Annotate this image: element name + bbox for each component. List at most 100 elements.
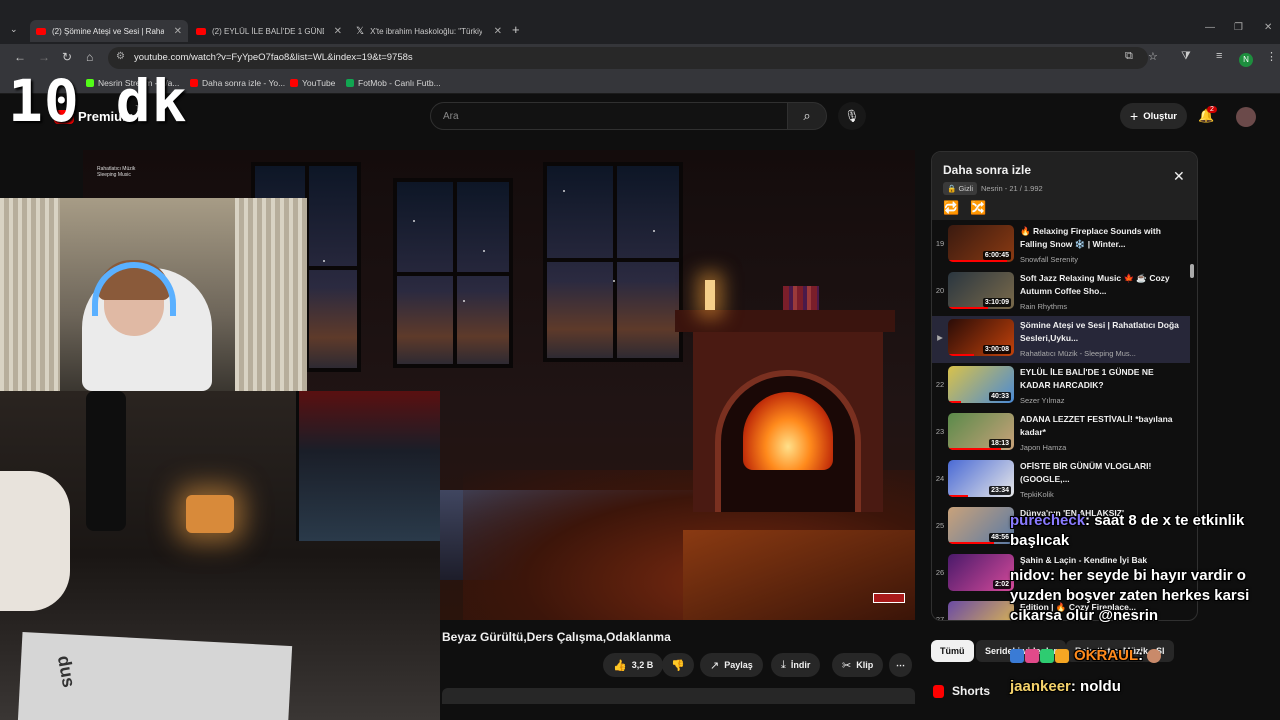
- watch-progress-bar: [948, 401, 962, 403]
- description-box[interactable]: [442, 688, 915, 704]
- voice-search-button[interactable]: 🎙: [838, 102, 866, 130]
- reload-icon[interactable]: ↻: [62, 50, 72, 64]
- playlist-item[interactable]: 19 6:00:45 🔥 Relaxing Fireplace Sounds wit…: [932, 222, 1190, 269]
- browser-profile-avatar[interactable]: N: [1239, 53, 1253, 67]
- duration-badge: 40:33: [989, 392, 1011, 401]
- playlist-item-index: 23: [935, 427, 945, 436]
- loop-icon[interactable]: 🔁: [943, 200, 959, 216]
- playlist-thumbnail[interactable]: 23:34: [948, 460, 1014, 497]
- shuffle-icon[interactable]: 🔀: [970, 200, 986, 216]
- search-button[interactable]: ⌕: [787, 102, 827, 130]
- new-tab-icon[interactable]: +: [512, 22, 520, 37]
- extensions-icon[interactable]: ⧩: [1181, 50, 1191, 63]
- more-actions-button[interactable]: ⋯: [889, 653, 912, 677]
- close-window-icon[interactable]: ✕: [1264, 22, 1272, 33]
- tab-3[interactable]: 𝕏 X'te ibrahim Haskoloğlu: "Türkiy ✕: [350, 20, 508, 42]
- youtube-favicon-icon: [190, 79, 198, 87]
- bookmark-star-icon[interactable]: ☆: [1148, 50, 1158, 63]
- playlist-item[interactable]: 24 23:34 OFİSTE BİR GÜNÜM VLOGLARI! (GOOGL…: [932, 457, 1190, 504]
- playlist-item[interactable]: 22 40:33 EYLÜL İLE BALİ'DE 1 GÜNDE NE KADA…: [932, 363, 1190, 410]
- duration-badge: 18:13: [989, 439, 1011, 448]
- address-bar[interactable]: ⚙ youtube.com/watch?v=FyYpeO7fao8&list=W…: [108, 47, 1148, 69]
- bookmark-item[interactable]: YouTube: [290, 78, 335, 88]
- curtain: [235, 198, 307, 391]
- watch-progress-bar: [948, 307, 988, 309]
- playlist-thumbnail[interactable]: 48:56: [948, 507, 1014, 544]
- tab-close-icon[interactable]: ✕: [494, 26, 502, 37]
- maximize-icon[interactable]: ❐: [1234, 22, 1243, 33]
- playlist-thumbnail[interactable]: 18:13: [948, 413, 1014, 450]
- clip-button[interactable]: ✂ Klip: [832, 653, 884, 677]
- search-placeholder: Ara: [443, 111, 459, 122]
- tab-title: (2) Şömine Ateşi ve Sesi | Rahatl: [52, 26, 164, 36]
- desk-camera-overlay: dus: [0, 391, 440, 720]
- mantel-candle: [705, 280, 715, 310]
- playlist-scrollbar[interactable]: [1190, 264, 1194, 278]
- tab-search-dropdown-icon[interactable]: ⌄: [10, 24, 18, 35]
- tab-close-icon[interactable]: ✕: [334, 26, 342, 37]
- duration-badge: 6:00:45: [982, 251, 1011, 260]
- close-icon[interactable]: ✕: [1173, 168, 1185, 185]
- download-button[interactable]: ⤓ İndir: [771, 653, 821, 677]
- playlist-item-channel: TepkiKolik: [1020, 490, 1054, 499]
- tab-2[interactable]: (2) EYLÜL İLE BALİ'DE 1 GÜNDE ✕: [190, 20, 348, 42]
- playlist-item-channel: Japon Hamza: [1020, 443, 1067, 452]
- playlist-item[interactable]: 23 18:13 ADANA LEZZET FESTİVALİ! *bayılana…: [932, 410, 1190, 457]
- mantel: [675, 310, 895, 332]
- privacy-label: Gizli: [958, 184, 974, 193]
- media-icon[interactable]: ≡: [1216, 50, 1222, 62]
- notification-count-badge: 2: [1207, 106, 1217, 113]
- playlist-thumbnail[interactable]: 3:10:09: [948, 272, 1014, 309]
- home-icon[interactable]: ⌂: [86, 50, 93, 64]
- tab-close-icon[interactable]: ✕: [174, 26, 182, 37]
- mantel-books: [783, 286, 819, 310]
- dislike-button[interactable]: 👎: [662, 653, 694, 677]
- chat-message: jaankeer: noldu: [1010, 677, 1278, 697]
- playlist-item-title: Soft Jazz Relaxing Music 🍁 ☕ Cozy Autumn…: [1020, 273, 1170, 296]
- watch-progress-bar: [948, 354, 975, 356]
- playlist-item-index: 24: [935, 474, 945, 483]
- like-button[interactable]: 👍 3,2 B: [603, 653, 664, 677]
- account-avatar[interactable]: [1236, 107, 1256, 127]
- bookmark-item[interactable]: FotMob - Canlı Futb...: [346, 78, 441, 88]
- search-input[interactable]: Ara: [430, 102, 788, 130]
- scissors-icon: ✂: [842, 659, 852, 672]
- chat-text: :: [1138, 647, 1144, 664]
- chat-username: purecheck: [1010, 512, 1086, 529]
- youtube-favicon-icon: [36, 27, 46, 35]
- playlist-item-index: 25: [935, 521, 945, 530]
- playlist-thumbnail[interactable]: 6:00:45: [948, 225, 1014, 262]
- playlist-item-current[interactable]: ▶ 3:00:08 Şömine Ateşi ve Sesi | Rahatlatı…: [932, 316, 1190, 363]
- browser-toolbar: ← → ↻ ⌂ ⚙ youtube.com/watch?v=FyYpeO7fao…: [0, 44, 1280, 72]
- forward-icon[interactable]: →: [38, 50, 50, 64]
- minimize-icon[interactable]: —: [1205, 22, 1215, 33]
- playlist-thumbnail[interactable]: 2:02: [948, 554, 1014, 591]
- watch-progress-bar: [948, 448, 1001, 450]
- chip-all[interactable]: Tümü: [931, 640, 974, 662]
- playlist-thumbnail[interactable]: [948, 601, 1014, 620]
- playlist-thumbnail[interactable]: 40:33: [948, 366, 1014, 403]
- desk-candle: [186, 495, 234, 533]
- browser-menu-icon[interactable]: ⋮: [1266, 50, 1277, 63]
- site-info-icon[interactable]: ⚙: [116, 51, 125, 62]
- wooden-floor: [683, 530, 915, 620]
- watch-progress-bar: [948, 495, 968, 497]
- playlist-thumbnail[interactable]: 3:00:08: [948, 319, 1014, 356]
- microphone-icon: 🎙: [844, 109, 860, 123]
- tab-active[interactable]: (2) Şömine Ateşi ve Sesi | Rahatl ✕: [30, 20, 188, 42]
- playlist-item[interactable]: 20 3:10:09 Soft Jazz Relaxing Music 🍁 ☕ Co…: [932, 269, 1190, 316]
- back-icon[interactable]: ←: [14, 50, 26, 64]
- share-button[interactable]: ↗ Paylaş: [700, 653, 763, 677]
- create-button[interactable]: + Oluştur: [1120, 103, 1187, 129]
- playlist-item-channel: Rain Rhythms: [1020, 302, 1068, 311]
- privacy-badge: 🔒 Gizli: [943, 182, 978, 195]
- bookmark-label: YouTube: [302, 78, 336, 88]
- more-icon: ⋯: [896, 659, 905, 670]
- bookmark-item[interactable]: Daha sonra izle - Yo...: [190, 78, 285, 88]
- youtube-favicon-icon: [196, 27, 206, 35]
- fotmob-favicon-icon: [346, 79, 354, 87]
- playlist-title[interactable]: Daha sonra izle: [943, 163, 1031, 177]
- bookmark-label: FotMob - Canlı Futb...: [358, 78, 441, 88]
- playlist-item-index: 19: [935, 239, 945, 248]
- install-app-icon[interactable]: ⧉: [1125, 50, 1133, 63]
